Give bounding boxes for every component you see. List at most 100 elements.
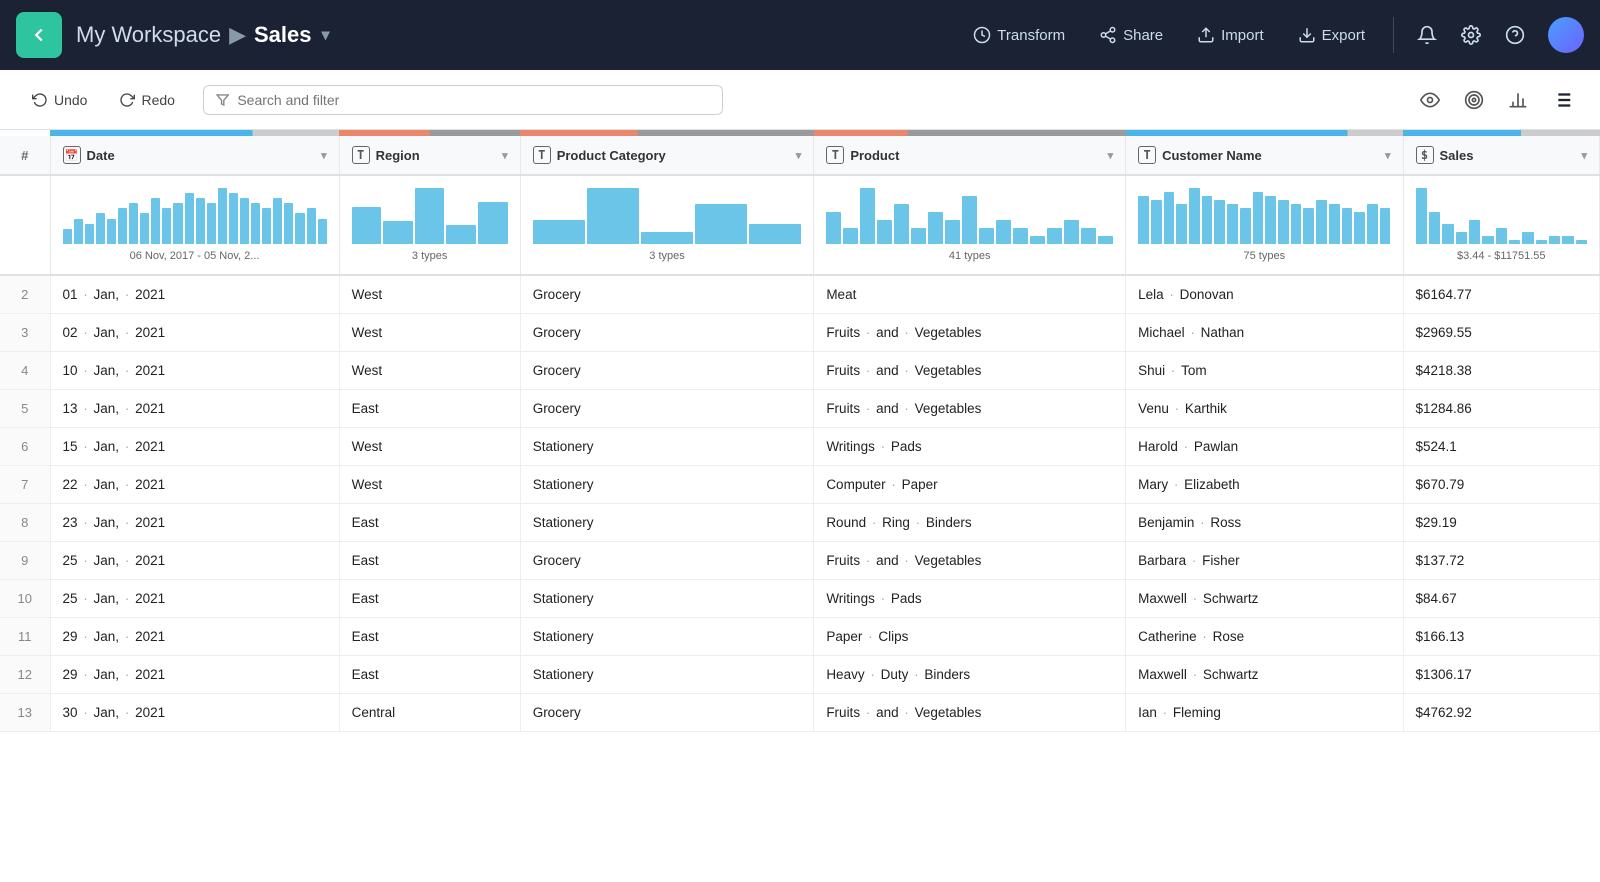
table-row: 410 · Jan, · 2021WestGroceryFruits · and…: [0, 352, 1600, 390]
cell-region: East: [339, 504, 520, 542]
cell-product: Round · Ring · Binders: [814, 504, 1126, 542]
workspace-label: My Workspace: [76, 22, 221, 48]
cell-customer_name: Catherine · Rose: [1126, 618, 1403, 656]
header-row: # 📅 Date ▾ T Region ▾: [0, 136, 1600, 175]
redo-button[interactable]: Redo: [107, 85, 186, 115]
cell-sales: $1284.86: [1403, 390, 1600, 428]
row-num: 11: [0, 618, 50, 656]
page-dropdown-icon[interactable]: ▾: [322, 25, 330, 45]
col-header-product[interactable]: T Product ▾: [814, 136, 1126, 175]
col-header-date[interactable]: 📅 Date ▾: [50, 136, 339, 175]
sort-icon-region[interactable]: ▾: [502, 149, 508, 162]
cell-region: East: [339, 656, 520, 694]
stats-category: 3 types: [520, 175, 814, 275]
target-button[interactable]: [1456, 82, 1492, 118]
stats-region: 3 types: [339, 175, 520, 275]
sales-chart: [1416, 184, 1588, 244]
table-body: 201 · Jan, · 2021WestGroceryMeatLela · D…: [0, 275, 1600, 732]
table-row: 823 · Jan, · 2021EastStationeryRound · R…: [0, 504, 1600, 542]
share-button[interactable]: Share: [1085, 18, 1177, 52]
search-input[interactable]: [237, 92, 710, 108]
cell-region: Central: [339, 694, 520, 732]
cell-product: Writings · Pads: [814, 428, 1126, 466]
cell-product_category: Grocery: [520, 694, 814, 732]
back-button[interactable]: [16, 12, 62, 58]
category-type-icon: T: [533, 146, 551, 164]
cell-date: 15 · Jan, · 2021: [50, 428, 339, 466]
col-label-product-category: Product Category: [557, 148, 666, 163]
help-button[interactable]: [1496, 16, 1534, 54]
import-button[interactable]: Import: [1183, 18, 1278, 52]
row-num: 12: [0, 656, 50, 694]
col-header-customer-name[interactable]: T Customer Name ▾: [1126, 136, 1403, 175]
cell-product_category: Stationery: [520, 618, 814, 656]
cell-date: 22 · Jan, · 2021: [50, 466, 339, 504]
col-label-customer-name: Customer Name: [1162, 148, 1262, 163]
customer-stats-label: 75 types: [1138, 250, 1390, 262]
cell-customer_name: Maxwell · Schwartz: [1126, 580, 1403, 618]
sort-icon-product[interactable]: ▾: [1108, 149, 1114, 162]
table-row: 302 · Jan, · 2021WestGroceryFruits · and…: [0, 314, 1600, 352]
product-chart: [826, 184, 1113, 244]
cell-customer_name: Venu · Karthik: [1126, 390, 1403, 428]
cell-customer_name: Ian · Fleming: [1126, 694, 1403, 732]
cell-sales: $4762.92: [1403, 694, 1600, 732]
row-num: 4: [0, 352, 50, 390]
undo-icon: [32, 92, 48, 108]
export-button[interactable]: Export: [1284, 18, 1379, 52]
col-header-sales[interactable]: $ Sales ▾: [1403, 136, 1600, 175]
col-header-product-category[interactable]: T Product Category ▾: [520, 136, 814, 175]
settings-button[interactable]: [1452, 16, 1490, 54]
customer-type-icon: T: [1138, 146, 1156, 164]
cell-region: East: [339, 542, 520, 580]
bar-chart-icon: [1508, 90, 1528, 110]
cell-sales: $166.13: [1403, 618, 1600, 656]
cell-sales: $29.19: [1403, 504, 1600, 542]
cell-region: West: [339, 428, 520, 466]
region-stats-label: 3 types: [352, 250, 508, 262]
filter-icon: [216, 93, 229, 107]
table-row: 925 · Jan, · 2021EastGroceryFruits · and…: [0, 542, 1600, 580]
sort-icon-category[interactable]: ▾: [796, 149, 802, 162]
cell-product: Fruits · and · Vegetables: [814, 314, 1126, 352]
bell-icon: [1417, 25, 1437, 45]
sales-stats-label: $3.44 - $11751.55: [1416, 250, 1588, 262]
avatar[interactable]: [1548, 17, 1584, 53]
search-bar[interactable]: [203, 85, 723, 115]
nav-divider: [1393, 17, 1394, 53]
table-row: 513 · Jan, · 2021EastGroceryFruits · and…: [0, 390, 1600, 428]
sort-icon-customer[interactable]: ▾: [1385, 149, 1391, 162]
cell-product: Fruits · and · Vegetables: [814, 694, 1126, 732]
table-row: 615 · Jan, · 2021WestStationeryWritings …: [0, 428, 1600, 466]
top-navigation: My Workspace ▶ Sales ▾ Transform Share: [0, 0, 1600, 70]
cell-customer_name: Michael · Nathan: [1126, 314, 1403, 352]
table-container: # 📅 Date ▾ T Region ▾: [0, 130, 1600, 882]
undo-button[interactable]: Undo: [20, 85, 99, 115]
share-icon: [1099, 26, 1117, 44]
cell-date: 10 · Jan, · 2021: [50, 352, 339, 390]
cell-region: West: [339, 466, 520, 504]
chart-button[interactable]: [1500, 82, 1536, 118]
cell-sales: $137.72: [1403, 542, 1600, 580]
cell-product: Heavy · Duty · Binders: [814, 656, 1126, 694]
category-chart: [533, 184, 802, 244]
cell-sales: $6164.77: [1403, 275, 1600, 314]
region-type-icon: T: [352, 146, 370, 164]
breadcrumb-separator: ▶: [229, 22, 246, 48]
sort-icon-sales[interactable]: ▾: [1581, 149, 1587, 162]
transform-button[interactable]: Transform: [959, 18, 1079, 52]
cell-product: Fruits · and · Vegetables: [814, 390, 1126, 428]
cell-date: 23 · Jan, · 2021: [50, 504, 339, 542]
layout-button[interactable]: [1544, 82, 1580, 118]
sort-icon-date[interactable]: ▾: [321, 149, 327, 162]
notifications-button[interactable]: [1408, 16, 1446, 54]
toolbar: Undo Redo: [0, 70, 1600, 130]
col-header-region[interactable]: T Region ▾: [339, 136, 520, 175]
customer-chart: [1138, 184, 1390, 244]
table-row: 1129 · Jan, · 2021EastStationeryPaper · …: [0, 618, 1600, 656]
visibility-button[interactable]: [1412, 82, 1448, 118]
date-type-icon: 📅: [63, 146, 81, 164]
breadcrumb: My Workspace ▶ Sales ▾: [76, 22, 959, 48]
date-stats-label: 06 Nov, 2017 - 05 Nov, 2...: [63, 250, 327, 262]
row-num: 2: [0, 275, 50, 314]
